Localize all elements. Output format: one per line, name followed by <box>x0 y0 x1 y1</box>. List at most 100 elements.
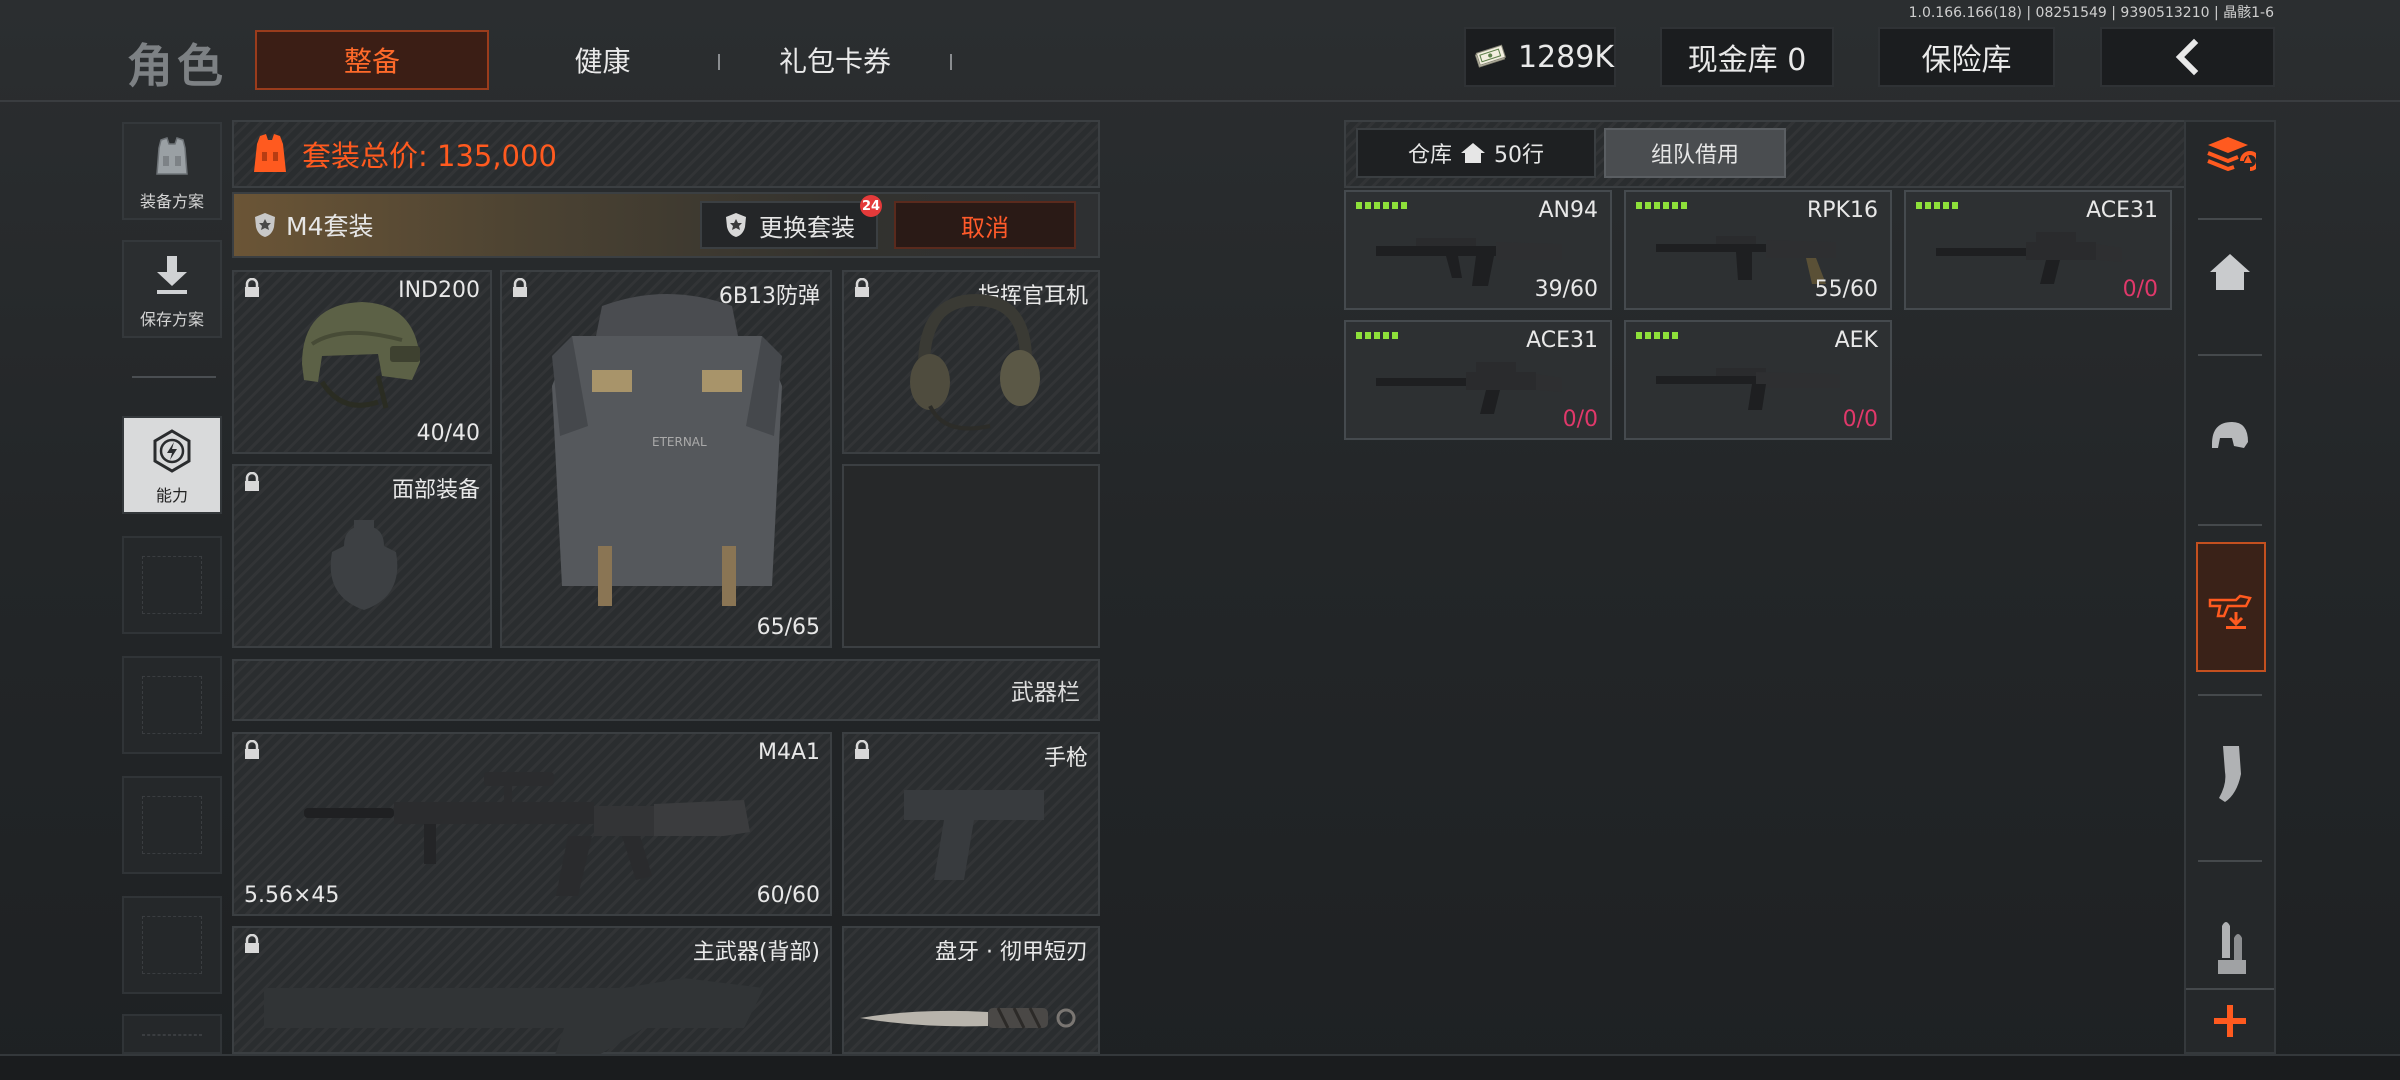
ability-button[interactable]: 能力 <box>122 416 222 514</box>
header-divider <box>0 100 2400 102</box>
back-button[interactable] <box>2100 27 2275 87</box>
armor-slot[interactable]: 6B13防弹 ETERNAL 65/65 <box>500 270 832 648</box>
money-amount: 1289K <box>1517 39 1614 75</box>
weapon-ammo-count: 0/0 <box>2122 277 2158 302</box>
empty-sidebar-slot <box>122 776 222 874</box>
lock-icon <box>513 278 527 297</box>
weapon-drop-button[interactable] <box>2196 542 2266 672</box>
total-price-bar: 套装总价: 135,000 <box>232 120 1100 188</box>
swap-suit-label: 更换套装 <box>759 213 855 242</box>
pistol-name: 手枪 <box>1043 746 1088 771</box>
weapon-name: AEK <box>1834 328 1878 353</box>
sidebar-divider <box>132 376 216 378</box>
sidebar-divider <box>2198 354 2262 356</box>
weapon-image <box>1376 362 1562 414</box>
weapons-header: 武器栏 <box>232 659 1100 721</box>
shield-icon <box>726 213 746 237</box>
helmet-slot[interactable]: IND200 40/40 <box>232 270 492 454</box>
back-weapon-name: 主武器(背部) <box>692 940 820 965</box>
primary-ammo-count: 60/60 <box>756 883 820 908</box>
empty-sidebar-slot <box>122 536 222 634</box>
total-price: 套装总价: 135,000 <box>302 139 557 173</box>
headset-slot[interactable]: 指挥官耳机 <box>842 270 1100 454</box>
weapon-drop-icon <box>2208 594 2252 629</box>
tab-health[interactable]: 健康 <box>520 30 685 90</box>
cancel-button[interactable]: 取消 <box>894 201 1076 249</box>
magazine-filter-button[interactable] <box>2196 724 2264 824</box>
weapon-card[interactable]: AN94 39/60 <box>1344 190 1612 310</box>
weapon-card[interactable]: AEK 0/0 <box>1624 320 1892 440</box>
weapon-card[interactable]: ACE31 0/0 <box>1344 320 1612 440</box>
suit-name: M4套装 <box>286 212 374 241</box>
knife-image <box>860 1007 1076 1029</box>
face-gear-slot[interactable]: 面部装备 <box>232 464 492 648</box>
save-plan-button[interactable]: 保存方案 <box>122 240 222 338</box>
armor-durability: 65/65 <box>756 615 820 640</box>
weapon-card[interactable]: ACE31 0/0 <box>1904 190 2172 310</box>
plus-icon <box>2214 1005 2246 1037</box>
svg-text:ETERNAL: ETERNAL <box>652 435 707 449</box>
home-icon <box>1461 143 1485 163</box>
weapon-image <box>1656 368 1840 410</box>
save-plan-label: 保存方案 <box>139 310 204 329</box>
stack-refresh-button[interactable] <box>2196 106 2264 206</box>
rarity-pips <box>1636 332 1678 339</box>
rarity-pips <box>1356 332 1398 339</box>
lock-icon <box>855 278 869 297</box>
lock-icon <box>245 278 259 297</box>
swap-suit-button[interactable]: 更换套装 <box>700 201 878 249</box>
home-icon <box>2210 254 2250 290</box>
tab-team-borrow[interactable]: 组队借用 <box>1604 128 1786 178</box>
empty-sidebar-slot <box>122 656 222 754</box>
helmet-filter-button[interactable] <box>2196 388 2264 488</box>
weapons-header-label: 武器栏 <box>1011 680 1080 706</box>
sidebar-divider <box>2198 860 2262 862</box>
cash-vault-button[interactable]: 现金库 0 <box>1660 27 1834 87</box>
armor-vest-image: ETERNAL <box>552 294 782 606</box>
tab-gear[interactable]: 整备 <box>255 30 489 90</box>
empty-gear-slot[interactable] <box>842 464 1100 648</box>
magazine-icon <box>2219 746 2241 802</box>
face-gear-name: 面部装备 <box>391 478 480 503</box>
cash-icon <box>1474 44 1506 68</box>
melee-slot[interactable]: 盘牙 · 彻甲短刃 <box>842 926 1100 1054</box>
weapon-name: AN94 <box>1538 198 1598 223</box>
sidebar-divider <box>2198 524 2262 526</box>
weapon-name: RPK16 <box>1807 198 1878 223</box>
rarity-pips <box>1916 202 1958 209</box>
insurance-vault-button[interactable]: 保险库 <box>1878 27 2055 87</box>
lock-icon <box>245 472 259 491</box>
pistol-slot[interactable]: 手枪 <box>842 732 1100 916</box>
headset-image <box>910 293 1040 431</box>
pistol-placeholder-icon <box>904 790 1044 880</box>
vest-orange-icon <box>254 134 286 172</box>
tab-packs[interactable]: 礼包卡券 <box>730 30 940 90</box>
sidebar-divider <box>2198 218 2262 220</box>
add-button[interactable] <box>2186 988 2274 1052</box>
version-text: 1.0.166.166(18) | 08251549 | 9390513210 … <box>1908 5 2274 21</box>
weapon-card[interactable]: RPK16 55/60 <box>1624 190 1892 310</box>
sidebar-divider <box>2198 694 2262 696</box>
loadout-plan-label: 装备方案 <box>139 192 204 211</box>
back-weapon-slot[interactable]: 主武器(背部) <box>232 926 832 1058</box>
money-display[interactable]: 1289K <box>1464 27 1616 87</box>
loadout-plan-button[interactable]: 装备方案 <box>122 122 222 220</box>
primary-weapon-slot[interactable]: M4A1 5.56×45 60/60 <box>232 732 832 916</box>
weapon-ammo-count: 55/60 <box>1814 277 1878 302</box>
primary-weapon-name: M4A1 <box>757 740 820 765</box>
page-title: 角色 <box>127 39 227 93</box>
weapon-name: ACE31 <box>1526 328 1598 353</box>
home-button[interactable] <box>2196 222 2264 322</box>
tab-divider <box>950 54 952 70</box>
chevron-left-icon <box>2175 38 2198 76</box>
rifle-image <box>304 772 750 896</box>
ammo-filter-button[interactable] <box>2196 898 2264 998</box>
shield-icon <box>255 213 275 237</box>
weapon-ammo-count: 0/0 <box>1562 407 1598 432</box>
tab-storage[interactable]: 仓库 50行 <box>1356 128 1596 178</box>
helmet-durability: 40/40 <box>416 421 480 446</box>
save-arrow-icon <box>157 256 187 294</box>
weapon-ammo-count: 0/0 <box>1842 407 1878 432</box>
rarity-pips <box>1356 202 1407 209</box>
rarity-pips <box>1636 202 1687 209</box>
